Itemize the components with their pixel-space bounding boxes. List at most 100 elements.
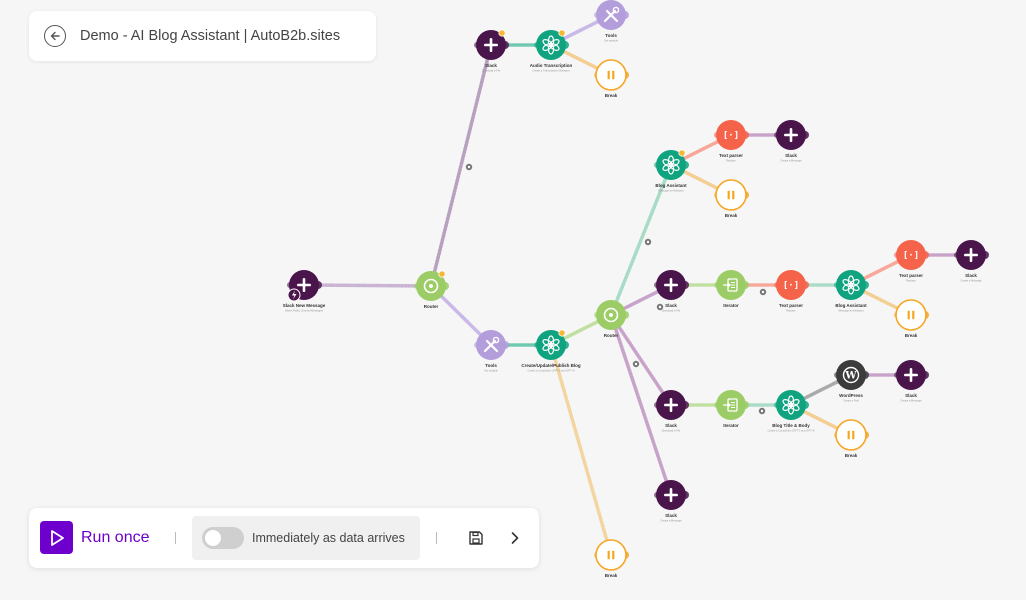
module-text-parser1[interactable]: [·] Text parserReplace xyxy=(714,120,749,163)
module-label: Tools xyxy=(485,363,497,368)
connection-line[interactable] xyxy=(429,43,493,288)
module-label: Slack xyxy=(965,273,977,278)
filter-icon[interactable] xyxy=(759,288,767,296)
modules: Slack New MessageWatch Public Channel Me… xyxy=(283,0,989,578)
module-router1[interactable]: Router xyxy=(414,270,449,309)
module-label: Break xyxy=(725,213,738,218)
module-blog-asst1[interactable]: Blog AssistantMessage an Assistant xyxy=(654,149,689,193)
module-sublabel: Create a Completion (GPT-3 and GPT-4) xyxy=(528,369,575,373)
module-blog-asst2[interactable]: Blog AssistantMessage an Assistant xyxy=(834,270,869,313)
module-label: WordPress xyxy=(839,393,863,398)
module-sublabel: Set variable xyxy=(604,39,618,43)
filter-icon[interactable] xyxy=(465,163,473,171)
module-wordpress[interactable]: W WordPressCreate a Post xyxy=(834,360,869,403)
module-label: Router xyxy=(604,333,619,338)
module-label: Break xyxy=(845,453,858,458)
divider xyxy=(436,532,437,544)
run-control-bar: Run once Immediately as data arrives xyxy=(29,508,539,568)
module-sublabel: Message an Assistant xyxy=(658,189,684,193)
module-label: Blog Title & Body xyxy=(772,423,810,428)
svg-text:W: W xyxy=(844,371,857,382)
connection-line[interactable] xyxy=(302,283,433,288)
svg-text:[·]: [·] xyxy=(723,131,739,141)
module-label: Iterator xyxy=(723,303,739,308)
schedule-label: Immediately as data arrives xyxy=(252,531,405,545)
connection-line[interactable] xyxy=(549,343,613,557)
filter-icon[interactable] xyxy=(644,238,652,246)
module-break-r1[interactable]: Break xyxy=(714,179,749,218)
module-slack-r1[interactable]: SlackCreate a Message xyxy=(774,120,809,163)
module-label: Tools xyxy=(605,33,617,38)
warning-badge xyxy=(498,29,506,37)
module-label: Slack xyxy=(665,513,677,518)
module-label: Text parser xyxy=(719,153,743,158)
module-sublabel: Download a File xyxy=(482,69,501,73)
scenario-title-card: Demo - AI Blog Assistant | AutoB2b.sites xyxy=(29,11,376,61)
module-sublabel: Replace xyxy=(906,279,916,283)
wordpress-icon: W xyxy=(842,366,860,384)
save-icon[interactable] xyxy=(464,526,488,550)
module-label: Text parser xyxy=(779,303,803,308)
module-tools-top[interactable]: ToolsSet variable xyxy=(594,0,629,43)
filter-icon[interactable] xyxy=(632,360,640,368)
text-parser-icon: [·] xyxy=(783,281,799,291)
svg-text:[·]: [·] xyxy=(903,251,919,261)
module-label: Slack xyxy=(665,423,677,428)
module-text-parser3[interactable]: [·] Text parserReplace xyxy=(894,240,929,283)
module-label: Iterator xyxy=(723,423,739,428)
warning-badge xyxy=(678,149,686,157)
filter-icon[interactable] xyxy=(758,407,766,415)
module-label: Slack xyxy=(785,153,797,158)
module-break-top[interactable]: Break xyxy=(594,59,629,98)
svg-text:[·]: [·] xyxy=(783,281,799,291)
module-break-r2[interactable]: Break xyxy=(894,299,929,338)
connection-line[interactable] xyxy=(609,313,673,407)
warning-badge xyxy=(558,329,566,337)
module-iterator2[interactable]: Iterator xyxy=(714,390,749,428)
module-sublabel: Download a File xyxy=(662,429,681,433)
module-label: Break xyxy=(605,93,618,98)
chevron-right-icon[interactable] xyxy=(503,526,527,550)
module-label: Router xyxy=(424,304,439,309)
module-text-parser2[interactable]: [·] Text parserReplace xyxy=(774,270,809,313)
module-sublabel: Create a Post xyxy=(843,399,859,403)
module-sublabel: Create a Transcription (Whisper) xyxy=(532,69,570,73)
module-break-bottom[interactable]: Break xyxy=(594,539,629,578)
run-once-button[interactable]: Run once xyxy=(40,521,150,554)
module-label: Blog Assistant xyxy=(835,303,867,308)
run-once-label: Run once xyxy=(81,528,150,546)
module-label: Blog Assistant xyxy=(655,183,687,188)
module-label: Slack xyxy=(485,63,497,68)
play-icon xyxy=(40,521,73,554)
module-sublabel: Watch Public Channel Messages xyxy=(285,309,324,313)
module-label: Slack xyxy=(665,303,677,308)
module-label: Slack xyxy=(905,393,917,398)
module-label: Audio Transcription xyxy=(530,63,573,68)
module-sublabel: Set variable xyxy=(484,369,498,373)
module-sublabel: Create a Message xyxy=(660,519,682,523)
module-label: Text parser xyxy=(899,273,923,278)
module-sublabel: Create a Message xyxy=(780,159,802,163)
module-slack-r2[interactable]: SlackCreate a Message xyxy=(954,240,989,283)
module-sublabel: Create a Message xyxy=(900,399,922,403)
module-tools-mid[interactable]: ToolsSet variable xyxy=(474,330,509,373)
module-label: Break xyxy=(605,573,618,578)
scenario-title: Demo - AI Blog Assistant | AutoB2b.sites xyxy=(80,28,341,44)
module-slack-bottom[interactable]: SlackCreate a Message xyxy=(654,480,689,523)
filter-icon[interactable] xyxy=(656,303,664,311)
back-arrow-icon[interactable] xyxy=(44,25,66,47)
module-label: Break xyxy=(905,333,918,338)
module-slack-r3[interactable]: SlackCreate a Message xyxy=(894,360,929,403)
module-trigger[interactable]: Slack New MessageWatch Public Channel Me… xyxy=(283,270,326,313)
module-sublabel: Replace xyxy=(726,159,736,163)
module-sublabel: Download a File xyxy=(662,309,681,313)
module-sublabel: Create a Message xyxy=(960,279,982,283)
module-slack-m2[interactable]: SlackDownload a File xyxy=(654,390,689,433)
schedule-toggle[interactable] xyxy=(202,527,244,549)
module-iterator1[interactable]: Iterator xyxy=(714,270,749,308)
connections xyxy=(302,13,973,557)
module-label: Create/Update/Publish Blog xyxy=(521,363,581,368)
module-slack-top[interactable]: SlackDownload a File xyxy=(474,29,509,73)
module-break-r3[interactable]: Break xyxy=(834,419,869,458)
module-sublabel: Create a Completion (GPT-3 and GPT-4) xyxy=(768,429,815,433)
